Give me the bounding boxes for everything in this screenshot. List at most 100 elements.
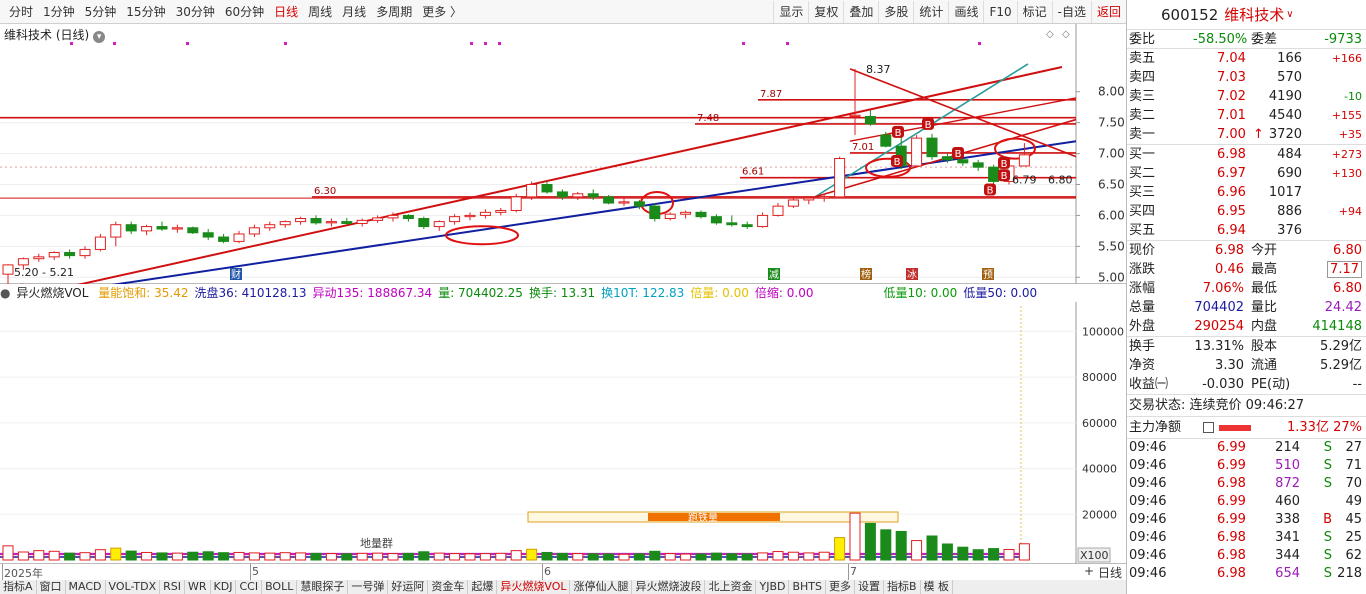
candle-body[interactable] — [187, 227, 199, 234]
period-tab[interactable]: 5分钟 — [80, 0, 122, 24]
volume-bar[interactable] — [94, 549, 106, 561]
candle-body[interactable] — [664, 213, 676, 220]
add-panel-icon[interactable]: + — [1084, 564, 1094, 578]
buy-row[interactable]: 买二 6.97 690 +130 — [1127, 164, 1366, 183]
period-tab[interactable]: 1分钟 — [38, 0, 80, 24]
volume-bar[interactable] — [803, 552, 815, 561]
volume-chart-panel[interactable]: 100000 80000 60000 40000 20000 X100 跑铁量 地量群 — [0, 302, 1126, 564]
indicator-tab[interactable]: 慧眼探子 — [297, 580, 349, 594]
volume-bar[interactable] — [279, 552, 291, 561]
candle-body[interactable] — [449, 216, 461, 223]
volume-bar[interactable] — [741, 553, 753, 561]
indicator-tab[interactable]: 涨停仙人腿 — [570, 580, 633, 594]
volume-bar[interactable] — [526, 548, 538, 561]
period-tab[interactable]: 月线 — [337, 0, 371, 24]
candle-body[interactable] — [972, 162, 984, 168]
indicator-tab[interactable]: WR — [185, 580, 211, 594]
indicator-tab[interactable]: 模 板 — [921, 580, 954, 594]
period-tab[interactable]: 分时 — [4, 0, 38, 24]
volume-bar[interactable] — [787, 551, 799, 561]
indicator-tab[interactable]: BHTS — [789, 580, 826, 594]
tool-button[interactable]: 叠加 — [843, 1, 878, 23]
volume-bar[interactable] — [957, 546, 969, 561]
volume-bar[interactable] — [402, 552, 414, 561]
indicator-tab[interactable]: 窗口 — [37, 580, 66, 594]
candle-body[interactable] — [911, 137, 923, 167]
volume-bar[interactable] — [372, 552, 384, 561]
candle-body[interactable] — [110, 224, 122, 238]
tool-button[interactable]: 复权 — [808, 1, 843, 23]
candle-body[interactable] — [849, 114, 861, 117]
volume-bar[interactable] — [618, 553, 630, 561]
buy-row[interactable]: 买四 6.95 886 +94 — [1127, 202, 1366, 221]
candle-body[interactable] — [495, 209, 507, 213]
volume-bar[interactable] — [1018, 543, 1030, 561]
indicator-tab[interactable]: 资金车 — [428, 580, 469, 594]
volume-bar[interactable] — [141, 551, 153, 561]
candle-body[interactable] — [264, 224, 276, 229]
volume-bar[interactable] — [48, 550, 60, 561]
volume-bar[interactable] — [941, 543, 953, 561]
volume-bar[interactable] — [495, 552, 507, 561]
indicator-tab[interactable]: 一号弹 — [348, 580, 389, 594]
sell-row[interactable]: 卖三 7.02 4190 -10 — [1127, 87, 1366, 106]
volume-bar[interactable] — [418, 551, 430, 561]
indicator-tab[interactable]: BOLL — [262, 580, 298, 594]
volume-bar[interactable] — [972, 549, 984, 561]
candle-body[interactable] — [356, 219, 368, 224]
indicator-tab[interactable]: 指标B — [884, 580, 921, 594]
period-tab[interactable]: 15分钟 — [121, 0, 170, 24]
volume-bar[interactable] — [295, 552, 307, 561]
volume-bar[interactable] — [695, 553, 707, 561]
chevron-down-icon[interactable]: ∨ — [1286, 9, 1293, 20]
candle-body[interactable] — [710, 216, 722, 224]
candle-body[interactable] — [171, 227, 183, 230]
sell-row[interactable]: 卖一 7.00 3720 +35 ↑ — [1127, 125, 1366, 144]
volume-bar[interactable] — [849, 512, 861, 561]
tool-button[interactable]: 多股 — [878, 1, 913, 23]
candle-body[interactable] — [479, 211, 491, 216]
volume-bar[interactable] — [834, 537, 846, 561]
volume-bar[interactable] — [572, 553, 584, 561]
indicator-tab[interactable]: 更多 — [826, 580, 855, 594]
candle-body[interactable] — [79, 248, 91, 257]
candle-body[interactable] — [156, 226, 168, 230]
period-tab[interactable]: 30分钟 — [171, 0, 220, 24]
tool-button[interactable]: -自选 — [1051, 1, 1091, 23]
candle-body[interactable] — [141, 226, 153, 232]
candle-body[interactable] — [803, 197, 815, 201]
sell-row[interactable]: 卖五 7.04 166 +166 — [1127, 49, 1366, 68]
candle-body[interactable] — [941, 156, 953, 161]
volume-bar[interactable] — [587, 553, 599, 561]
volume-bar[interactable] — [33, 550, 45, 561]
indicator-tab[interactable]: 设置 — [855, 580, 884, 594]
volume-bar[interactable] — [510, 550, 522, 561]
volume-bar[interactable] — [449, 553, 461, 561]
volume-bar[interactable] — [664, 553, 676, 561]
indicator-tab[interactable]: 指标A — [0, 580, 37, 594]
candle-body[interactable] — [695, 211, 707, 218]
candle-body[interactable] — [372, 217, 384, 221]
candle-body[interactable] — [772, 205, 784, 216]
candle-body[interactable] — [818, 196, 830, 199]
price-chart-panel[interactable]: 维科技术 (日线) ▾ 8.00 7.50 7.00 6.50 6.00 5.50 5.00 7… — [0, 24, 1126, 284]
indicator-tab[interactable]: YJBD — [756, 580, 790, 594]
tool-button[interactable]: 画线 — [948, 1, 983, 23]
volume-bar[interactable] — [726, 553, 738, 561]
tool-button[interactable]: 统计 — [913, 1, 948, 23]
candle-body[interactable] — [387, 214, 399, 219]
indicator-tab[interactable]: 起爆 — [468, 580, 498, 594]
volume-bar[interactable] — [603, 553, 615, 561]
volume-bar[interactable] — [757, 552, 769, 561]
volume-bar[interactable] — [233, 551, 245, 561]
sell-row[interactable]: 卖四 7.03 570 — [1127, 68, 1366, 87]
candle-body[interactable] — [218, 236, 230, 242]
period-tab[interactable]: 周线 — [303, 0, 337, 24]
indicator-tab[interactable]: RSI — [160, 580, 185, 594]
volume-bar[interactable] — [387, 553, 399, 561]
indicator-tab[interactable]: 好运阿 — [388, 580, 429, 594]
volume-bar[interactable] — [1003, 548, 1015, 561]
volume-bar[interactable] — [325, 553, 337, 561]
candle-body[interactable] — [233, 233, 245, 242]
candle-body[interactable] — [988, 166, 1000, 182]
